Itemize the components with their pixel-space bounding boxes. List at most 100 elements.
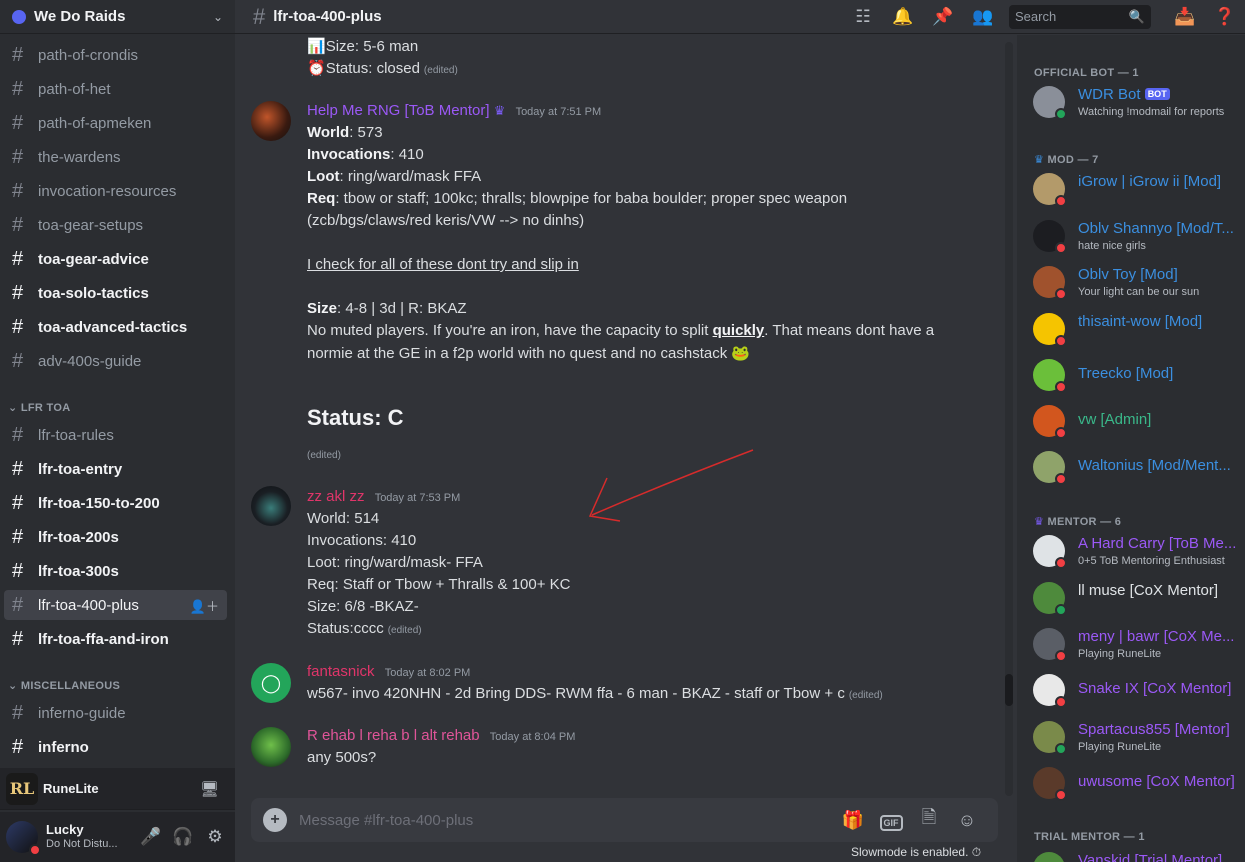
message-author[interactable]: fantasnick bbox=[307, 663, 375, 680]
channel-toa-solo-tactics[interactable]: # toa-solo-tactics bbox=[4, 278, 227, 308]
message-line: Status:cccc (edited) bbox=[307, 620, 422, 637]
channel-path-of-het[interactable]: # path-of-het bbox=[4, 74, 227, 104]
channel-inferno-guide[interactable]: # inferno-guide bbox=[4, 698, 227, 728]
message-line: Invocations: 410 bbox=[307, 146, 424, 163]
member-name: meny | bawr [CoX Me... bbox=[1078, 628, 1235, 645]
message-header: zz akl zz Today at 7:53 PM bbox=[307, 488, 460, 505]
channel-lfr-toa-ffa-and-iron[interactable]: # lfr-toa-ffa-and-iron bbox=[4, 624, 227, 654]
member-list-icon[interactable]: 👥 bbox=[963, 7, 1003, 27]
member-item[interactable]: Vanskid [Trial Mentor] bbox=[1025, 847, 1245, 862]
member-item[interactable]: thisaint-wow [Mod] bbox=[1025, 308, 1245, 350]
channel-label: toa-gear-setups bbox=[38, 216, 144, 234]
channel-lfr-toa-300s[interactable]: # lfr-toa-300s bbox=[4, 556, 227, 586]
pinned-messages-icon[interactable]: 📌 bbox=[923, 7, 963, 27]
pepe-emoji-icon: 🐸 bbox=[731, 345, 751, 362]
channel-inferno[interactable]: # inferno bbox=[4, 732, 227, 762]
avatar[interactable]: ◯ bbox=[251, 663, 291, 703]
headphones-deafened-icon[interactable]: 🎧 bbox=[169, 823, 197, 851]
crown-icon: ♛ bbox=[1034, 154, 1045, 166]
member-name: WDR Bot bbox=[1078, 86, 1141, 103]
message-author[interactable]: zz akl zz bbox=[307, 488, 365, 505]
hash-icon: # bbox=[12, 145, 24, 168]
member-item[interactable]: Waltonius [Mod/Ment... bbox=[1025, 446, 1245, 488]
user-status: Do Not Distu... bbox=[46, 838, 118, 850]
member-item[interactable]: vw [Admin] bbox=[1025, 400, 1245, 442]
member-name: thisaint-wow [Mod] bbox=[1078, 313, 1203, 330]
category-lfr-toa[interactable]: ⌄ LFR TOA bbox=[8, 401, 70, 414]
hash-icon: # bbox=[12, 247, 24, 270]
member-activity: Playing RuneLite bbox=[1078, 648, 1162, 660]
search-input[interactable]: Search 🔍 bbox=[1009, 4, 1151, 29]
channel-label: lfr-toa-rules bbox=[38, 426, 114, 444]
avatar[interactable] bbox=[251, 486, 291, 526]
member-item[interactable]: meny | bawr [CoX Me... Playing RuneLite bbox=[1025, 623, 1245, 665]
channel-lfr-toa-150-to-200[interactable]: # lfr-toa-150-to-200 bbox=[4, 488, 227, 518]
help-icon[interactable]: ❓ bbox=[1205, 7, 1245, 27]
user-info[interactable]: Lucky Do Not Distu... bbox=[46, 823, 133, 851]
member-item[interactable]: Treecko [Mod] bbox=[1025, 354, 1245, 396]
channel-lfr-toa-entry[interactable]: # lfr-toa-entry bbox=[4, 454, 227, 484]
message-line: ⏰Status: closed (edited) bbox=[307, 60, 458, 77]
avatar bbox=[1033, 852, 1065, 862]
edited-label: (edited) bbox=[387, 625, 422, 636]
dnd-status-icon bbox=[1055, 789, 1067, 801]
activity-name: RuneLite bbox=[43, 781, 99, 796]
message-author[interactable]: R ehab l reha b l alt rehab bbox=[307, 727, 480, 744]
create-invite-icon[interactable]: 👤＋ bbox=[190, 596, 219, 615]
dnd-status-icon bbox=[1055, 335, 1067, 347]
member-item[interactable]: Snake IX [CoX Mentor] bbox=[1025, 669, 1245, 711]
dnd-status-icon bbox=[1055, 557, 1067, 569]
settings-gear-icon[interactable]: ⚙ bbox=[201, 823, 229, 851]
member-item[interactable]: Spartacus855 [Mentor] Playing RuneLite bbox=[1025, 716, 1245, 758]
member-item[interactable]: Oblv Shannyo [Mod/T... hate nice girls bbox=[1025, 215, 1245, 257]
member-item[interactable]: Oblv Toy [Mod] Your light can be our sun bbox=[1025, 261, 1245, 303]
notification-bell-icon[interactable]: 🔔 bbox=[883, 7, 923, 27]
member-item[interactable]: ll muse [CoX Mentor] bbox=[1025, 577, 1245, 619]
member-activity: Your light can be our sun bbox=[1078, 286, 1200, 298]
channel-path-of-apmeken[interactable]: # path-of-apmeken bbox=[4, 108, 227, 138]
member-activity: Playing RuneLite bbox=[1078, 741, 1162, 753]
channel-label: lfr-toa-150-to-200 bbox=[38, 494, 160, 512]
gif-button[interactable]: GIF bbox=[872, 810, 910, 831]
screen-share-icon[interactable]: 🖥 bbox=[200, 780, 219, 798]
channel-toa-advanced-tactics[interactable]: # toa-advanced-tactics bbox=[4, 312, 227, 342]
channel-list: # path-of-crondis # path-of-het # path-of-a… bbox=[0, 38, 235, 768]
channel-path-of-crondis[interactable]: # path-of-crondis bbox=[4, 40, 227, 70]
channel-invocation-resources[interactable]: # invocation-resources bbox=[4, 176, 227, 206]
member-item[interactable]: uwusome [CoX Mentor] bbox=[1025, 762, 1245, 804]
member-activity: Watching !modmail for reports bbox=[1078, 106, 1225, 118]
member-item[interactable]: iGrow | iGrow ii [Mod] bbox=[1025, 168, 1245, 210]
message-line: any 500s? bbox=[307, 749, 377, 766]
mic-muted-icon[interactable]: 🎤 bbox=[137, 823, 165, 851]
member-item[interactable]: A Hard Carry [ToB Me... 0+5 ToB Mentorin… bbox=[1025, 530, 1245, 572]
message-author[interactable]: Help Me RNG [ToB Mentor] bbox=[307, 102, 490, 119]
channel-lfr-toa-200s[interactable]: # lfr-toa-200s bbox=[4, 522, 227, 552]
hash-icon: # bbox=[12, 77, 24, 100]
role-crown-icon: ♛ bbox=[493, 103, 506, 118]
avatar[interactable] bbox=[251, 101, 291, 141]
channel-the-wardens[interactable]: # the-wardens bbox=[4, 142, 227, 172]
channel-label: invocation-resources bbox=[38, 182, 177, 200]
channel-toa-gear-advice[interactable]: # toa-gear-advice bbox=[4, 244, 227, 274]
member-item[interactable]: WDR Bot BOT Watching !modmail for report… bbox=[1025, 81, 1245, 123]
avatar[interactable] bbox=[251, 727, 291, 767]
scrollbar-thumb[interactable] bbox=[1005, 674, 1013, 706]
message-composer[interactable]: + Message #lfr-toa-400-plus 🎁 GIF 🗎 ☺ bbox=[251, 798, 998, 842]
message-header: fantasnick Today at 8:02 PM bbox=[307, 663, 470, 680]
threads-icon[interactable]: ☷ bbox=[843, 7, 883, 27]
emoji-icon[interactable]: ☺ bbox=[948, 810, 986, 831]
channel-adv-400s-guide[interactable]: # adv-400s-guide bbox=[4, 346, 227, 376]
message-input[interactable]: Message #lfr-toa-400-plus bbox=[299, 812, 834, 829]
category-miscellaneous[interactable]: ⌄ MISCELLANEOUS bbox=[8, 679, 120, 692]
channel-lfr-toa-400-plus[interactable]: # lfr-toa-400-plus 👤＋ bbox=[4, 590, 227, 620]
channel-toa-gear-setups[interactable]: # toa-gear-setups bbox=[4, 210, 227, 240]
avatar[interactable] bbox=[6, 821, 41, 856]
attach-plus-icon[interactable]: + bbox=[263, 808, 287, 832]
inbox-icon[interactable]: 📥 bbox=[1165, 7, 1205, 27]
server-header[interactable]: We Do Raids ⌄ bbox=[0, 0, 235, 34]
sticker-icon[interactable]: 🗎 bbox=[910, 805, 948, 835]
gift-icon[interactable]: 🎁 bbox=[834, 810, 872, 831]
message-line: Loot: ring/ward/mask FFA bbox=[307, 168, 482, 185]
channel-lfr-toa-rules[interactable]: # lfr-toa-rules bbox=[4, 420, 227, 450]
member-name: Spartacus855 [Mentor] bbox=[1078, 721, 1230, 738]
